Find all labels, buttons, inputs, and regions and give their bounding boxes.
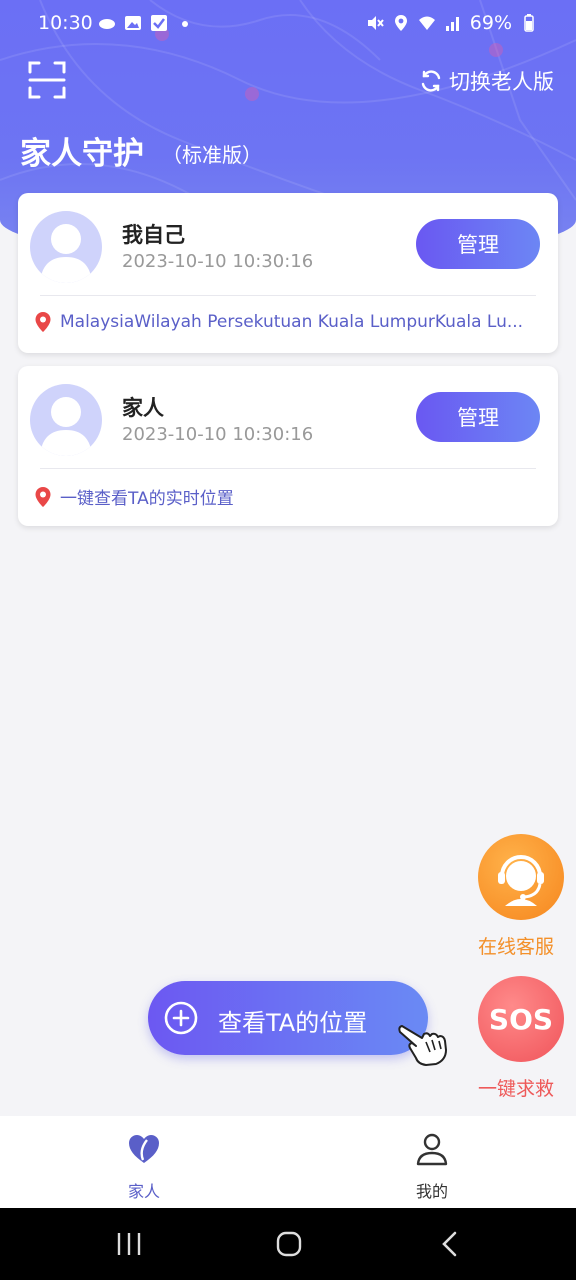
member-location[interactable]: 一键查看TA的实时位置	[34, 484, 538, 509]
location-pin-icon	[35, 486, 51, 507]
bottom-tab-bar: 家人 我的	[0, 1116, 576, 1208]
member-name: 我自己	[122, 223, 185, 247]
card-divider	[40, 295, 536, 296]
status-bar: 10:30 69%	[0, 0, 576, 48]
status-time: 10:30	[38, 12, 93, 34]
switch-elder-mode-button[interactable]: 切换老人版	[419, 66, 554, 96]
member-name: 家人	[122, 396, 164, 420]
customer-service-icon	[498, 855, 544, 906]
manage-button[interactable]: 管理	[416, 392, 540, 442]
member-card-family[interactable]: 家人 2023-10-10 10:30:16 管理 一键查看TA的实时位置	[18, 366, 558, 526]
battery-percent: 69%	[469, 12, 512, 34]
avatar	[30, 384, 102, 456]
gallery-icon	[125, 16, 141, 30]
mute-icon	[367, 16, 384, 30]
page-title: 家人守护	[20, 136, 144, 172]
avatar	[30, 211, 102, 283]
sos-button[interactable]: SOS	[478, 976, 564, 1062]
member-timestamp: 2023-10-10 10:30:16	[122, 251, 314, 272]
switch-elder-mode-label: 切换老人版	[449, 70, 554, 94]
refresh-icon	[421, 70, 441, 92]
location-text: 一键查看TA的实时位置	[60, 489, 234, 509]
dot-icon	[182, 21, 188, 27]
location-status-icon	[394, 15, 407, 31]
online-service-label: 在线客服	[478, 936, 555, 958]
wifi-icon	[418, 16, 435, 30]
signal-icon	[445, 17, 459, 31]
location-pin-icon	[35, 312, 51, 332]
online-service-button[interactable]	[478, 834, 564, 920]
sos-label: 一键求救	[478, 1078, 555, 1100]
home-icon[interactable]	[276, 1230, 302, 1258]
page-subtitle: （标准版）	[162, 143, 262, 167]
view-location-label: 查看TA的位置	[218, 1009, 368, 1037]
tab-family[interactable]: 家人	[0, 1116, 288, 1208]
user-icon	[416, 1133, 448, 1166]
recent-apps-icon[interactable]	[116, 1230, 142, 1258]
default-avatar-icon	[40, 224, 92, 283]
default-avatar-icon	[40, 397, 92, 456]
tab-mine[interactable]: 我的	[288, 1116, 576, 1208]
pointing-hand-icon	[398, 1025, 447, 1066]
checkbox-app-icon	[151, 15, 167, 31]
view-location-button[interactable]: 查看TA的位置	[148, 981, 428, 1055]
battery-icon	[524, 14, 534, 32]
back-icon[interactable]	[440, 1230, 460, 1258]
system-nav-bar	[0, 1208, 576, 1280]
member-location[interactable]: MalaysiaWilayah Persekutuan Kuala Lumpur…	[34, 311, 538, 333]
scan-icon[interactable]	[27, 60, 67, 100]
tab-family-label: 家人	[127, 1182, 160, 1201]
notification-app-icon	[99, 19, 115, 29]
tab-mine-label: 我的	[415, 1182, 448, 1201]
manage-button[interactable]: 管理	[416, 219, 540, 269]
sos-text: SOS	[488, 1002, 554, 1036]
heart-icon	[129, 1135, 159, 1163]
card-divider	[40, 468, 536, 469]
member-card-self[interactable]: 我自己 2023-10-10 10:30:16 管理 MalaysiaWilay…	[18, 193, 558, 353]
plus-circle-icon	[164, 1001, 198, 1035]
member-timestamp: 2023-10-10 10:30:16	[122, 424, 314, 445]
location-text: MalaysiaWilayah Persekutuan Kuala Lumpur…	[60, 312, 524, 332]
